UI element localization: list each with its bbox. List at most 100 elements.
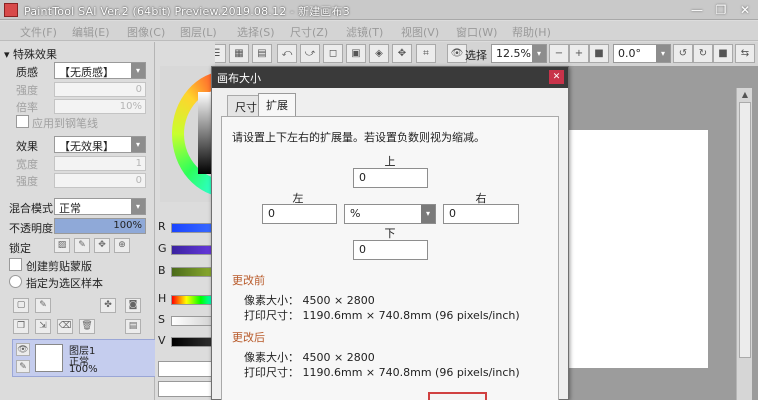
close-window-button[interactable]: ✕ <box>734 2 756 18</box>
copy-layer-icon[interactable]: ❐ <box>13 319 29 334</box>
width-label: 宽度 <box>16 158 38 171</box>
canvas-paper[interactable] <box>567 130 708 368</box>
zoom-value: 12.5% <box>496 47 531 60</box>
delete-layer-icon[interactable]: 🗑 <box>79 319 95 334</box>
lock-all-icon[interactable]: ⊕ <box>114 238 130 253</box>
scroll-thumb[interactable] <box>739 102 751 358</box>
merge-layer-icon[interactable]: ▤ <box>125 319 141 334</box>
red-slider[interactable] <box>171 223 216 233</box>
after-print-size: 打印尺寸： 1190.6mm × 740.8mm (96 pixels/inch… <box>244 366 520 379</box>
slider-label-g: G <box>158 242 167 255</box>
effect-strength-field[interactable]: 0 <box>54 173 146 188</box>
slider-label-s: S <box>158 313 165 326</box>
color-wheel[interactable] <box>160 66 214 202</box>
menu-select[interactable]: 选择(S) <box>237 24 275 40</box>
menu-file[interactable]: 文件(F) <box>20 24 57 40</box>
hue-slider[interactable] <box>171 295 216 305</box>
new-layer-icon[interactable]: ▢ <box>13 298 29 313</box>
layer-mask-icon[interactable]: ◙ <box>125 298 141 313</box>
scale-field[interactable]: 10% <box>54 99 146 114</box>
restore-button[interactable]: ❐ <box>710 2 732 18</box>
left-input[interactable]: 0 <box>262 204 337 224</box>
crop-icon[interactable]: ⌗ <box>416 44 436 63</box>
vertical-scrollbar[interactable]: ▲ <box>736 88 752 400</box>
flip-icon[interactable]: ⇆ <box>735 44 755 63</box>
clipping-checkbox[interactable] <box>9 258 22 271</box>
deselect-icon[interactable]: ◻ <box>323 44 343 63</box>
rotation-select[interactable]: 0.0° ▾ <box>613 44 671 63</box>
lock-move-icon[interactable]: ✥ <box>94 238 110 253</box>
close-icon[interactable]: ✕ <box>549 70 564 84</box>
zoom-reset-icon[interactable]: ■ <box>589 44 609 63</box>
title-bar: PaintTool SAI Ver.2 (64bit) Preview.2019… <box>0 0 758 20</box>
selection-source-radio[interactable] <box>9 275 22 288</box>
dialog-title: 画布大小 <box>217 72 261 85</box>
blue-slider[interactable] <box>171 267 216 277</box>
minimize-button[interactable]: — <box>686 2 708 18</box>
slider-label-r: R <box>158 220 166 233</box>
menu-window[interactable]: 窗口(W) <box>456 24 497 40</box>
texture-select[interactable]: 【无质感】 ▾ <box>54 62 146 79</box>
menu-help[interactable]: 帮助(H) <box>512 24 551 40</box>
right-input[interactable]: 0 <box>443 204 519 224</box>
clear-layer-icon[interactable]: ⌫ <box>57 319 73 334</box>
new-linework-icon[interactable]: ✎ <box>35 298 51 313</box>
tab-expand[interactable]: 扩展 <box>258 93 296 117</box>
chevron-down-icon: ▾ <box>131 199 145 214</box>
redo-icon[interactable]: ⤻ <box>300 44 320 63</box>
zoom-out-icon[interactable]: − <box>549 44 569 63</box>
palette-icon[interactable]: ▤ <box>252 44 272 63</box>
saturation-slider[interactable] <box>171 316 216 326</box>
rotate-left-icon[interactable]: ↺ <box>673 44 693 63</box>
opacity-label: 不透明度 <box>9 222 53 235</box>
effect-strength-label: 强度 <box>16 175 38 188</box>
opacity-slider[interactable]: 100% <box>54 218 146 234</box>
menu-image[interactable]: 图像(C) <box>127 24 165 40</box>
special-effects-header[interactable]: ▾ 特殊效果 <box>4 46 57 62</box>
top-label: 上 <box>384 155 396 168</box>
swatches-icon[interactable]: ▦ <box>229 44 249 63</box>
bottom-input[interactable]: 0 <box>353 240 428 260</box>
zoom-in-icon[interactable]: + <box>569 44 589 63</box>
invert-selection-icon[interactable]: ◈ <box>369 44 389 63</box>
view-selection-icon[interactable]: 👁 <box>447 44 467 63</box>
value-slider[interactable] <box>171 337 216 347</box>
menu-layer[interactable]: 图层(L) <box>180 24 217 40</box>
color-swatch-1[interactable] <box>158 361 216 377</box>
app-icon <box>4 3 18 17</box>
lock-transparency-icon[interactable]: ▨ <box>54 238 70 253</box>
layer-row[interactable]: 👁 ✎ 图层1 正常 100% <box>12 339 156 377</box>
window-title: PaintTool SAI Ver.2 (64bit) Preview.2019… <box>24 5 350 18</box>
scroll-up-icon[interactable]: ▲ <box>737 88 753 102</box>
menu-view[interactable]: 视图(V) <box>401 24 439 40</box>
unit-select[interactable]: % ▾ <box>344 204 436 224</box>
blend-mode-select[interactable]: 正常 ▾ <box>54 198 146 215</box>
chevron-down-icon: ▾ <box>656 45 670 62</box>
ok-button[interactable] <box>428 392 487 400</box>
lock-paint-icon[interactable]: ✎ <box>74 238 90 253</box>
menu-size[interactable]: 尺寸(Z) <box>290 24 328 40</box>
transform-icon[interactable]: ✥ <box>392 44 412 63</box>
undo-icon[interactable]: ⤺ <box>277 44 297 63</box>
slider-label-h: H <box>158 292 167 305</box>
menu-edit[interactable]: 编辑(E) <box>72 24 110 40</box>
top-input[interactable]: 0 <box>353 168 428 188</box>
width-field[interactable]: 1 <box>54 156 146 171</box>
color-swatch-2[interactable] <box>158 381 216 397</box>
unit-value: % <box>350 207 361 220</box>
transfer-layer-icon[interactable]: ⇲ <box>35 319 51 334</box>
slider-label-b: B <box>158 264 166 277</box>
rotate-right-icon[interactable]: ↻ <box>693 44 713 63</box>
strength-field[interactable]: 0 <box>54 82 146 97</box>
zoom-select[interactable]: 12.5% ▾ <box>491 44 547 63</box>
rotate-reset-icon[interactable]: ■ <box>713 44 733 63</box>
apply-pen-checkbox[interactable] <box>16 115 29 128</box>
eye-icon[interactable]: 👁 <box>16 343 30 356</box>
select-all-icon[interactable]: ▣ <box>346 44 366 63</box>
effect-select[interactable]: 【无效果】 ▾ <box>54 136 146 153</box>
blend-mode-value: 正常 <box>59 202 81 215</box>
layer-effect-icon[interactable]: ✤ <box>100 298 116 313</box>
green-slider[interactable] <box>171 245 216 255</box>
menu-filter[interactable]: 滤镜(T) <box>346 24 383 40</box>
texture-value: 【无质感】 <box>59 66 114 79</box>
